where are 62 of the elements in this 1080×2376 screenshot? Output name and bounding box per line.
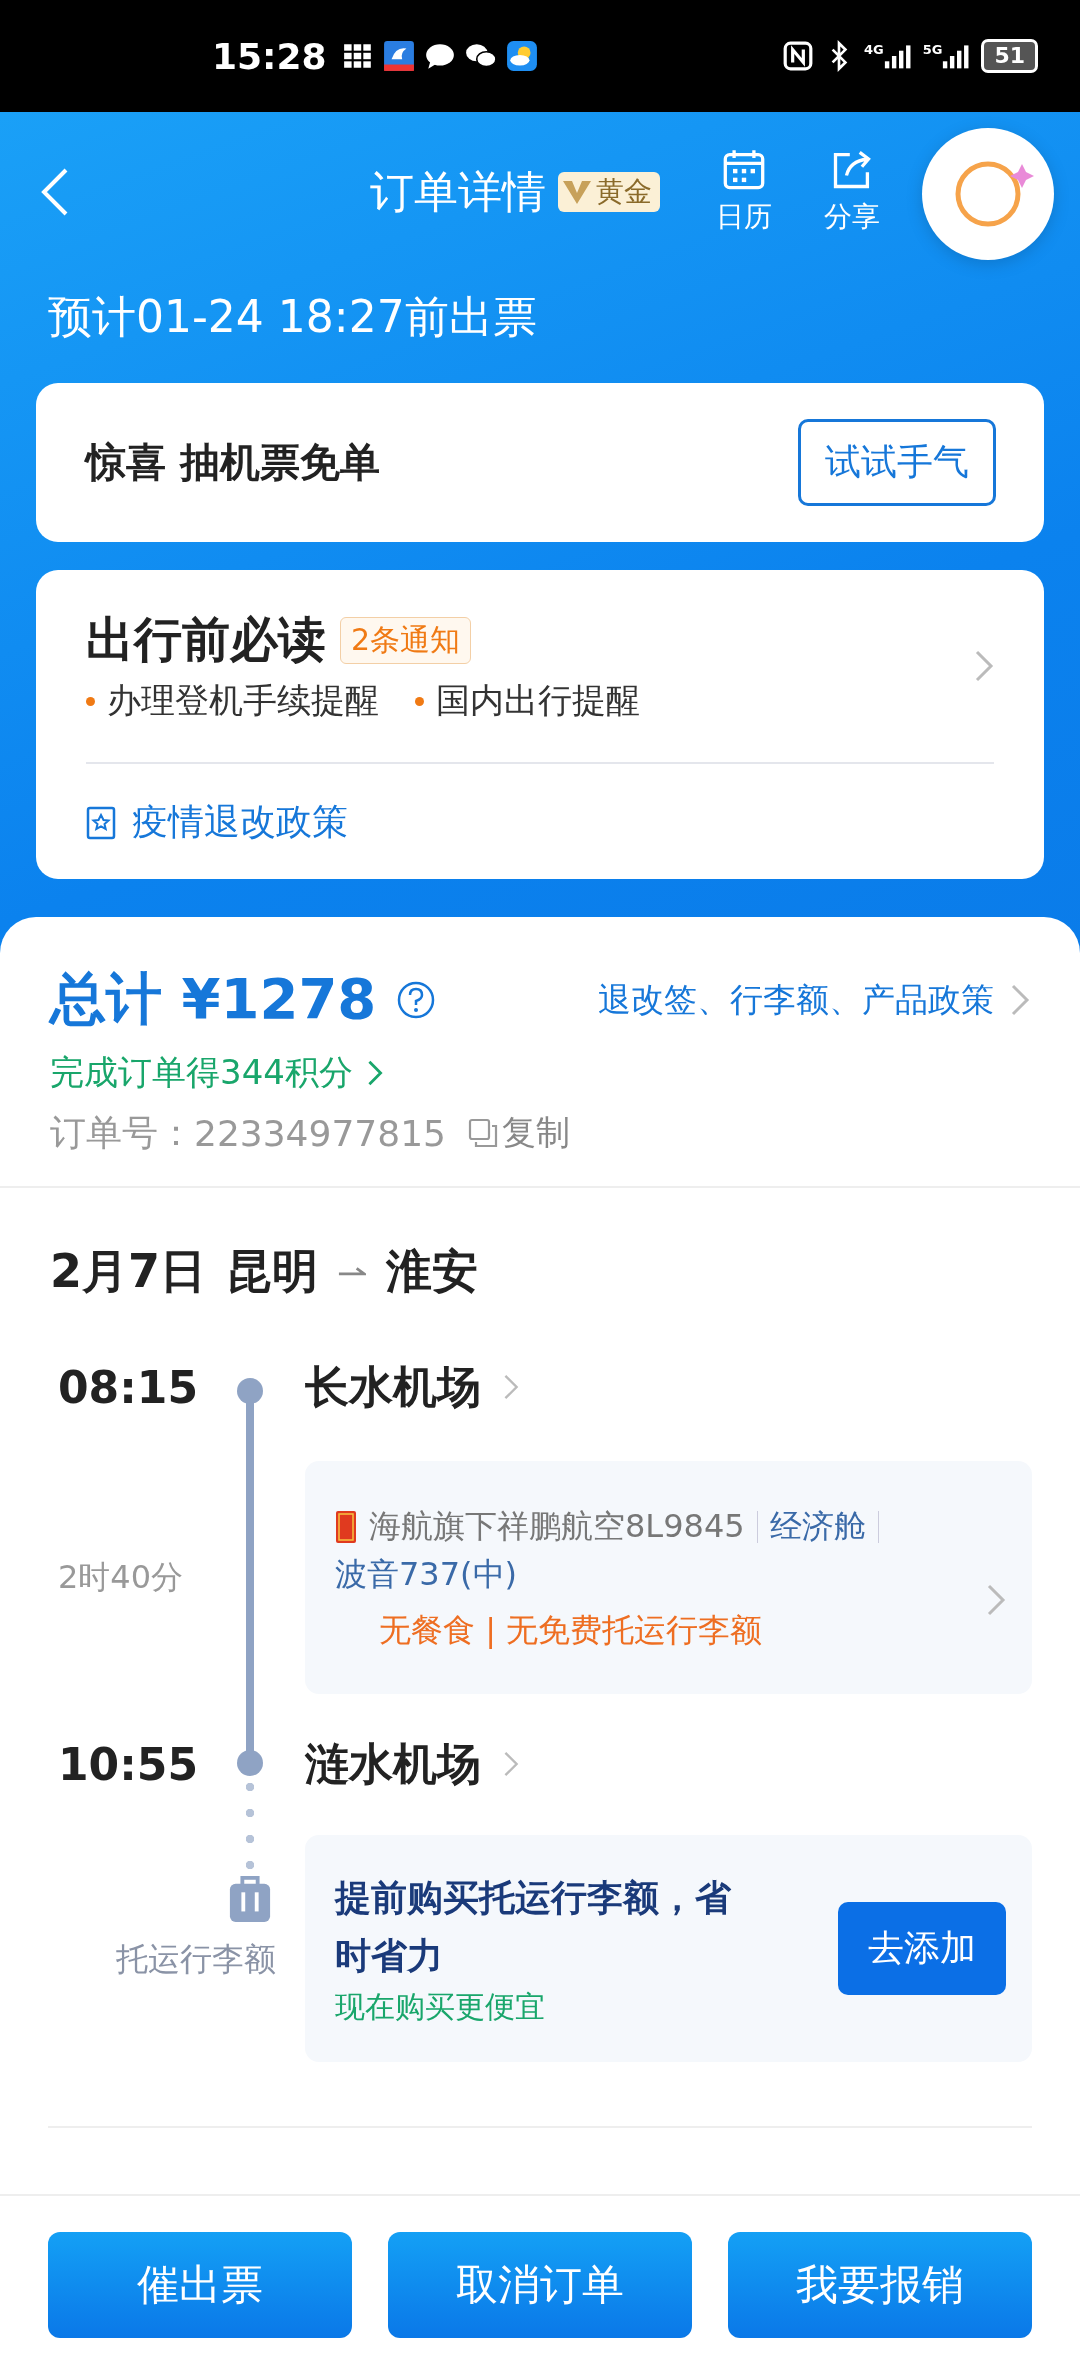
back-icon[interactable] [40, 167, 70, 217]
chevron-right-icon [503, 1373, 519, 1401]
add-button[interactable]: 去添加 [838, 1902, 1006, 1995]
timeline-dot [237, 1750, 263, 1776]
help-icon[interactable] [396, 980, 437, 1020]
copy-icon [467, 1118, 498, 1148]
notice-count-badge: 2条通知 [340, 616, 472, 664]
notice-item[interactable]: 国内出行提醒 [436, 678, 640, 724]
order-number: 22334977815 [194, 1112, 446, 1154]
member-level: 黄金 [596, 174, 652, 210]
chevron-right-icon [986, 1582, 1006, 1617]
aircraft-type: 波音737(中) [335, 1554, 519, 1595]
network-label: 4G [863, 43, 884, 57]
calendar-icon [722, 148, 766, 192]
arrival-airport[interactable]: 涟水机场 [305, 1734, 481, 1794]
chevron-right-icon [1010, 983, 1030, 1017]
order-number-label: 订单号： [50, 1110, 194, 1155]
chevron-right-icon [503, 1750, 519, 1778]
order-total: 总计 ¥1278 [50, 965, 377, 1033]
calendar-button[interactable]: 日历 [716, 148, 772, 236]
promo-text: 惊喜 抽机票免单 [86, 438, 380, 487]
network-label: 5G [922, 43, 943, 57]
offer-title: 提前购买托运行李额，省时省力 [335, 1876, 732, 1978]
flight-date: 2月7日 [50, 1243, 206, 1300]
app-notification-icon [382, 40, 415, 72]
v-icon [562, 179, 592, 205]
destination-city: 淮安 [386, 1243, 478, 1300]
ticketing-deadline: 预计01-24 18:27前出票 [48, 290, 538, 344]
notice-item[interactable]: 办理登机手续提醒 [107, 678, 379, 724]
cabin-class: 经济舱 [769, 1506, 866, 1547]
bullet-dot [415, 696, 424, 706]
flight-info-card[interactable]: 海航旗下祥鹏航空8L9845 经济舱 波音737(中) 无餐食 | 无免费托运行李额 [305, 1461, 1032, 1694]
policy-link[interactable]: 疫情退改政策 [132, 798, 348, 847]
policy-link[interactable]: 退改签、行李额、产品政策 [598, 977, 994, 1023]
action-button[interactable]: 我要报销 [728, 2232, 1032, 2338]
timeline-dot [237, 1378, 263, 1404]
flight-duration: 2时40分 [58, 1556, 184, 1598]
departure-time: 08:15 [58, 1361, 199, 1413]
flight-notes: 无餐食 | 无免费托运行李额 [378, 1610, 764, 1651]
chevron-right-icon [974, 649, 994, 683]
copy-button[interactable]: 复制 [467, 1110, 570, 1156]
nfc-icon [781, 40, 814, 72]
action-button[interactable]: 取消订单 [388, 2232, 692, 2338]
clock-time: 15:28 [212, 35, 327, 77]
action-button[interactable]: 催出票 [48, 2232, 352, 2338]
page-title: 订单详情 [370, 164, 546, 219]
notice-title: 出行前必读 [86, 610, 326, 669]
departure-airport[interactable]: 长水机场 [305, 1357, 481, 1417]
bullet-dot [86, 696, 95, 706]
suitcase-icon [228, 1874, 272, 1924]
baggage-label: 托运行李额 [116, 1939, 276, 1980]
offer-subtitle: 现在购买更便宜 [335, 1988, 546, 2026]
share-button[interactable]: 分享 [824, 148, 880, 236]
try-luck-button[interactable]: 试试手气 [798, 419, 996, 506]
airline-logo-icon [335, 1510, 357, 1544]
origin-city: 昆明 [226, 1243, 318, 1300]
flight-number: 海航旗下祥鹏航空8L9845 [369, 1506, 745, 1547]
points-link[interactable]: 完成订单得344积分 [50, 1050, 353, 1096]
weather-icon [505, 40, 538, 72]
chevron-right-icon [366, 1059, 383, 1087]
arrival-time: 10:55 [58, 1738, 199, 1790]
battery-indicator: 51 [981, 39, 1038, 73]
